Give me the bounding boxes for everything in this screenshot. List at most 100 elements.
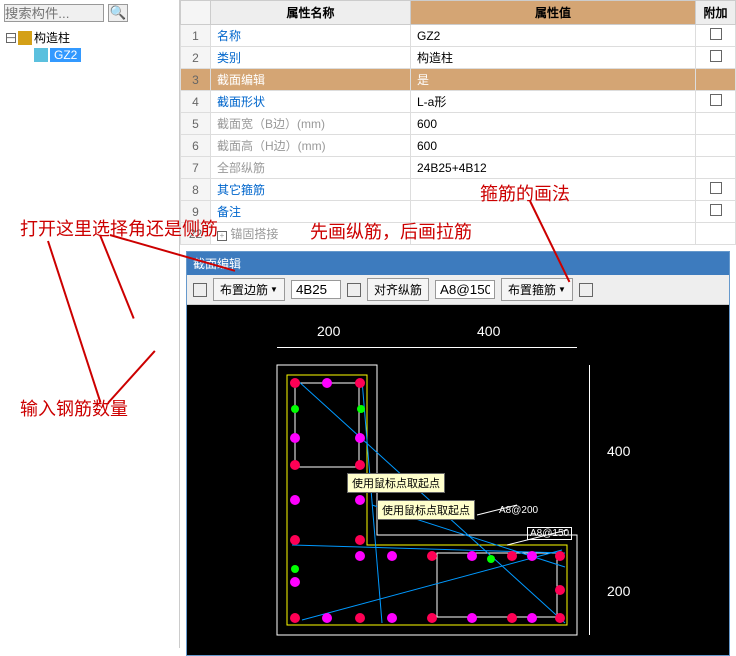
attr-value[interactable]: GZ2	[411, 25, 696, 47]
checkbox[interactable]	[710, 94, 722, 106]
property-table: 属性名称 属性值 附加 1 名称 GZ2 2 类别 构造柱 3 截面编辑 是 4…	[180, 0, 736, 245]
rebar-dot[interactable]	[387, 613, 397, 623]
attr-value[interactable]: 600	[411, 113, 696, 135]
prop-row[interactable]: 1 名称 GZ2	[181, 25, 736, 47]
attr-value[interactable]	[411, 201, 696, 223]
attr-name[interactable]: 截面高（H边）(mm)	[211, 135, 411, 157]
rebar-dot[interactable]	[507, 613, 517, 623]
rebar-dot[interactable]	[322, 613, 332, 623]
tree-child[interactable]: GZ2	[6, 47, 173, 63]
rebar-dot[interactable]	[290, 535, 300, 545]
rebar-dot[interactable]	[387, 551, 397, 561]
rebar-dot[interactable]	[527, 551, 537, 561]
rebar-dot[interactable]	[355, 535, 365, 545]
rebar-dot[interactable]	[355, 460, 365, 470]
rebar-dot[interactable]	[290, 613, 300, 623]
rebar-dot[interactable]	[355, 495, 365, 505]
attr-value[interactable]: 构造柱	[411, 47, 696, 69]
rebar-dot[interactable]	[357, 405, 365, 413]
editor-toolbar: 布置边筋 ▼ 对齐纵筋 布置箍筋 ▼	[187, 275, 729, 305]
attr-name[interactable]: 其它箍筋	[211, 179, 411, 201]
attr-add-cell[interactable]	[696, 25, 736, 47]
checkbox[interactable]	[710, 50, 722, 62]
rebar-dot[interactable]	[487, 555, 495, 563]
attr-value[interactable]: L-a形	[411, 91, 696, 113]
rebar-dot[interactable]	[467, 551, 477, 561]
rebar-dot[interactable]	[290, 577, 300, 587]
layout-edge-button[interactable]: 布置边筋 ▼	[213, 278, 285, 301]
attr-value[interactable]: 是	[411, 69, 696, 91]
rebar-dot[interactable]	[355, 378, 365, 388]
rebar-size-input[interactable]	[291, 280, 341, 299]
l-shape	[187, 305, 729, 655]
prop-row[interactable]: 4 截面形状 L-a形	[181, 91, 736, 113]
attr-name[interactable]: + 锚固搭接	[211, 223, 411, 245]
attr-name[interactable]: 类别	[211, 47, 411, 69]
rebar-dot[interactable]	[355, 613, 365, 623]
attr-name[interactable]: 截面编辑	[211, 69, 411, 91]
attr-name[interactable]: 截面形状	[211, 91, 411, 113]
rebar-dot[interactable]	[427, 551, 437, 561]
attr-value[interactable]: 24B25+4B12	[411, 157, 696, 179]
row-number: 8	[181, 179, 211, 201]
checkbox[interactable]	[710, 28, 722, 40]
prop-row[interactable]: 5 截面宽（B边）(mm) 600	[181, 113, 736, 135]
attr-name[interactable]: 备注	[211, 201, 411, 223]
attr-name[interactable]: 截面宽（B边）(mm)	[211, 113, 411, 135]
attr-add-cell[interactable]	[696, 69, 736, 91]
checkbox[interactable]	[710, 182, 722, 194]
attr-value[interactable]: 600	[411, 135, 696, 157]
rebar-dot[interactable]	[291, 405, 299, 413]
rebar-dot[interactable]	[355, 551, 365, 561]
attr-add-cell[interactable]	[696, 47, 736, 69]
prop-row[interactable]: 7 全部纵筋 24B25+4B12	[181, 157, 736, 179]
rebar-dot[interactable]	[555, 551, 565, 561]
rebar-dot[interactable]	[291, 565, 299, 573]
rebar-dot[interactable]	[507, 551, 517, 561]
rebar-dot[interactable]	[527, 613, 537, 623]
prop-row[interactable]: 22 + 锚固搭接	[181, 223, 736, 245]
tree-child-label: GZ2	[50, 48, 81, 62]
rebar-dot[interactable]	[290, 378, 300, 388]
rebar-dot[interactable]	[290, 460, 300, 470]
attr-add-cell[interactable]	[696, 179, 736, 201]
drawing-canvas[interactable]: 200 400 400 200	[187, 305, 729, 655]
spacing-input[interactable]	[435, 280, 495, 299]
search-input[interactable]	[4, 4, 104, 22]
rebar-dot[interactable]	[355, 433, 365, 443]
prop-row[interactable]: 8 其它箍筋	[181, 179, 736, 201]
prop-row[interactable]: 6 截面高（H边）(mm) 600	[181, 135, 736, 157]
tool-extra-icon[interactable]	[579, 283, 593, 297]
chevron-down-icon: ▼	[270, 285, 278, 294]
rebar-dot[interactable]	[290, 433, 300, 443]
rebar-dot[interactable]	[427, 613, 437, 623]
attr-add-cell[interactable]	[696, 113, 736, 135]
attr-add-cell[interactable]	[696, 135, 736, 157]
rebar-dot[interactable]	[555, 585, 565, 595]
row-number: 9	[181, 201, 211, 223]
collapse-icon[interactable]: —	[6, 33, 16, 43]
attr-value[interactable]	[411, 223, 696, 245]
tree-root[interactable]: — 构造柱	[6, 28, 173, 47]
prop-row[interactable]: 9 备注	[181, 201, 736, 223]
prop-row[interactable]: 3 截面编辑 是	[181, 69, 736, 91]
align-icon[interactable]	[347, 283, 361, 297]
rebar-dot[interactable]	[467, 613, 477, 623]
rebar-dot[interactable]	[322, 378, 332, 388]
align-button[interactable]: 对齐纵筋	[367, 278, 429, 301]
attr-value[interactable]	[411, 179, 696, 201]
expand-icon[interactable]: +	[217, 231, 227, 241]
layout-stirrup-button[interactable]: 布置箍筋 ▼	[501, 278, 573, 301]
attr-name[interactable]: 名称	[211, 25, 411, 47]
prop-row[interactable]: 2 类别 构造柱	[181, 47, 736, 69]
search-button[interactable]: 🔍	[108, 4, 128, 22]
attr-name[interactable]: 全部纵筋	[211, 157, 411, 179]
checkbox[interactable]	[710, 204, 722, 216]
row-number: 3	[181, 69, 211, 91]
rebar-dot[interactable]	[290, 495, 300, 505]
layout-icon[interactable]	[193, 283, 207, 297]
rebar-dot[interactable]	[555, 613, 565, 623]
attr-add-cell[interactable]	[696, 91, 736, 113]
attr-add-cell[interactable]	[696, 157, 736, 179]
attr-add-cell[interactable]	[696, 201, 736, 223]
